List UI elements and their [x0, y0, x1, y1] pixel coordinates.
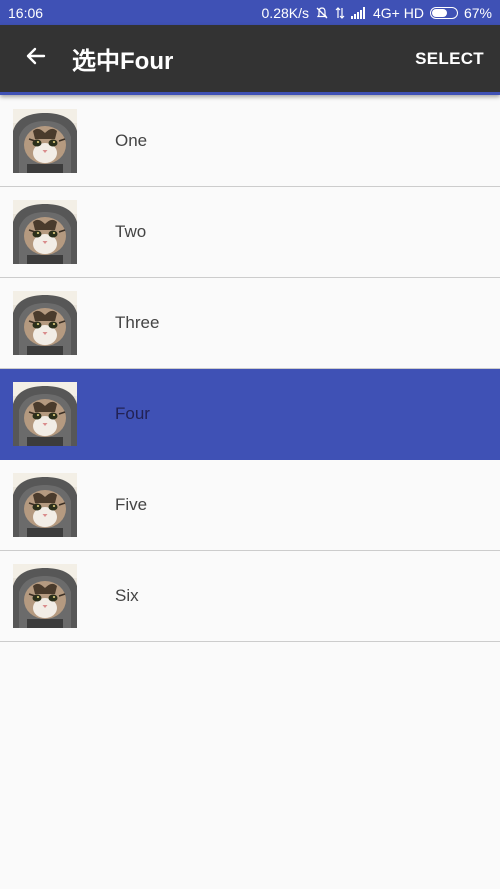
- list-item[interactable]: One: [0, 96, 500, 187]
- list-item[interactable]: Six: [0, 551, 500, 642]
- item-list: One Two Three Four Five Six: [0, 96, 500, 642]
- status-right: 0.28K/s 4G+ HD 67%: [262, 5, 492, 21]
- battery-percent: 67%: [463, 4, 492, 21]
- list-item[interactable]: Four: [0, 369, 500, 460]
- cat-thumbnail: [13, 564, 77, 628]
- mute-icon: [315, 6, 329, 20]
- list-item-label: Five: [115, 495, 148, 514]
- cat-thumbnail: [13, 200, 77, 264]
- battery-icon: [429, 6, 458, 19]
- status-bar: 16:06 0.28K/s 4G+ HD 67%: [0, 0, 500, 25]
- select-button[interactable]: SELECT: [415, 49, 484, 69]
- signal-icon: [351, 6, 367, 19]
- network-speed: 0.28K/s: [261, 4, 309, 21]
- page-title: 选中Four: [72, 48, 174, 75]
- list-item-label: Three: [115, 313, 160, 332]
- list-item[interactable]: Three: [0, 278, 500, 369]
- list-item-label: One: [115, 131, 148, 150]
- screen: 16:06 0.28K/s 4G+ HD 67% 选中Four SELECT O…: [0, 0, 500, 889]
- list-item[interactable]: Five: [0, 460, 500, 551]
- network-type: 4G+ HD: [373, 4, 424, 21]
- cat-thumbnail: [13, 473, 77, 537]
- back-button[interactable]: [12, 35, 60, 83]
- list-item-label: Four: [115, 404, 150, 423]
- arrow-left-icon: [24, 44, 48, 73]
- list-item-label: Two: [115, 222, 147, 241]
- status-time: 16:06: [8, 4, 44, 21]
- data-arrows-icon: [335, 6, 345, 20]
- toolbar: 选中Four SELECT: [0, 25, 500, 95]
- cat-thumbnail: [13, 382, 77, 446]
- cat-thumbnail: [13, 291, 77, 355]
- battery-level: [431, 8, 448, 17]
- cat-thumbnail: [13, 109, 77, 173]
- list-item-label: Six: [115, 586, 139, 605]
- list-item[interactable]: Two: [0, 187, 500, 278]
